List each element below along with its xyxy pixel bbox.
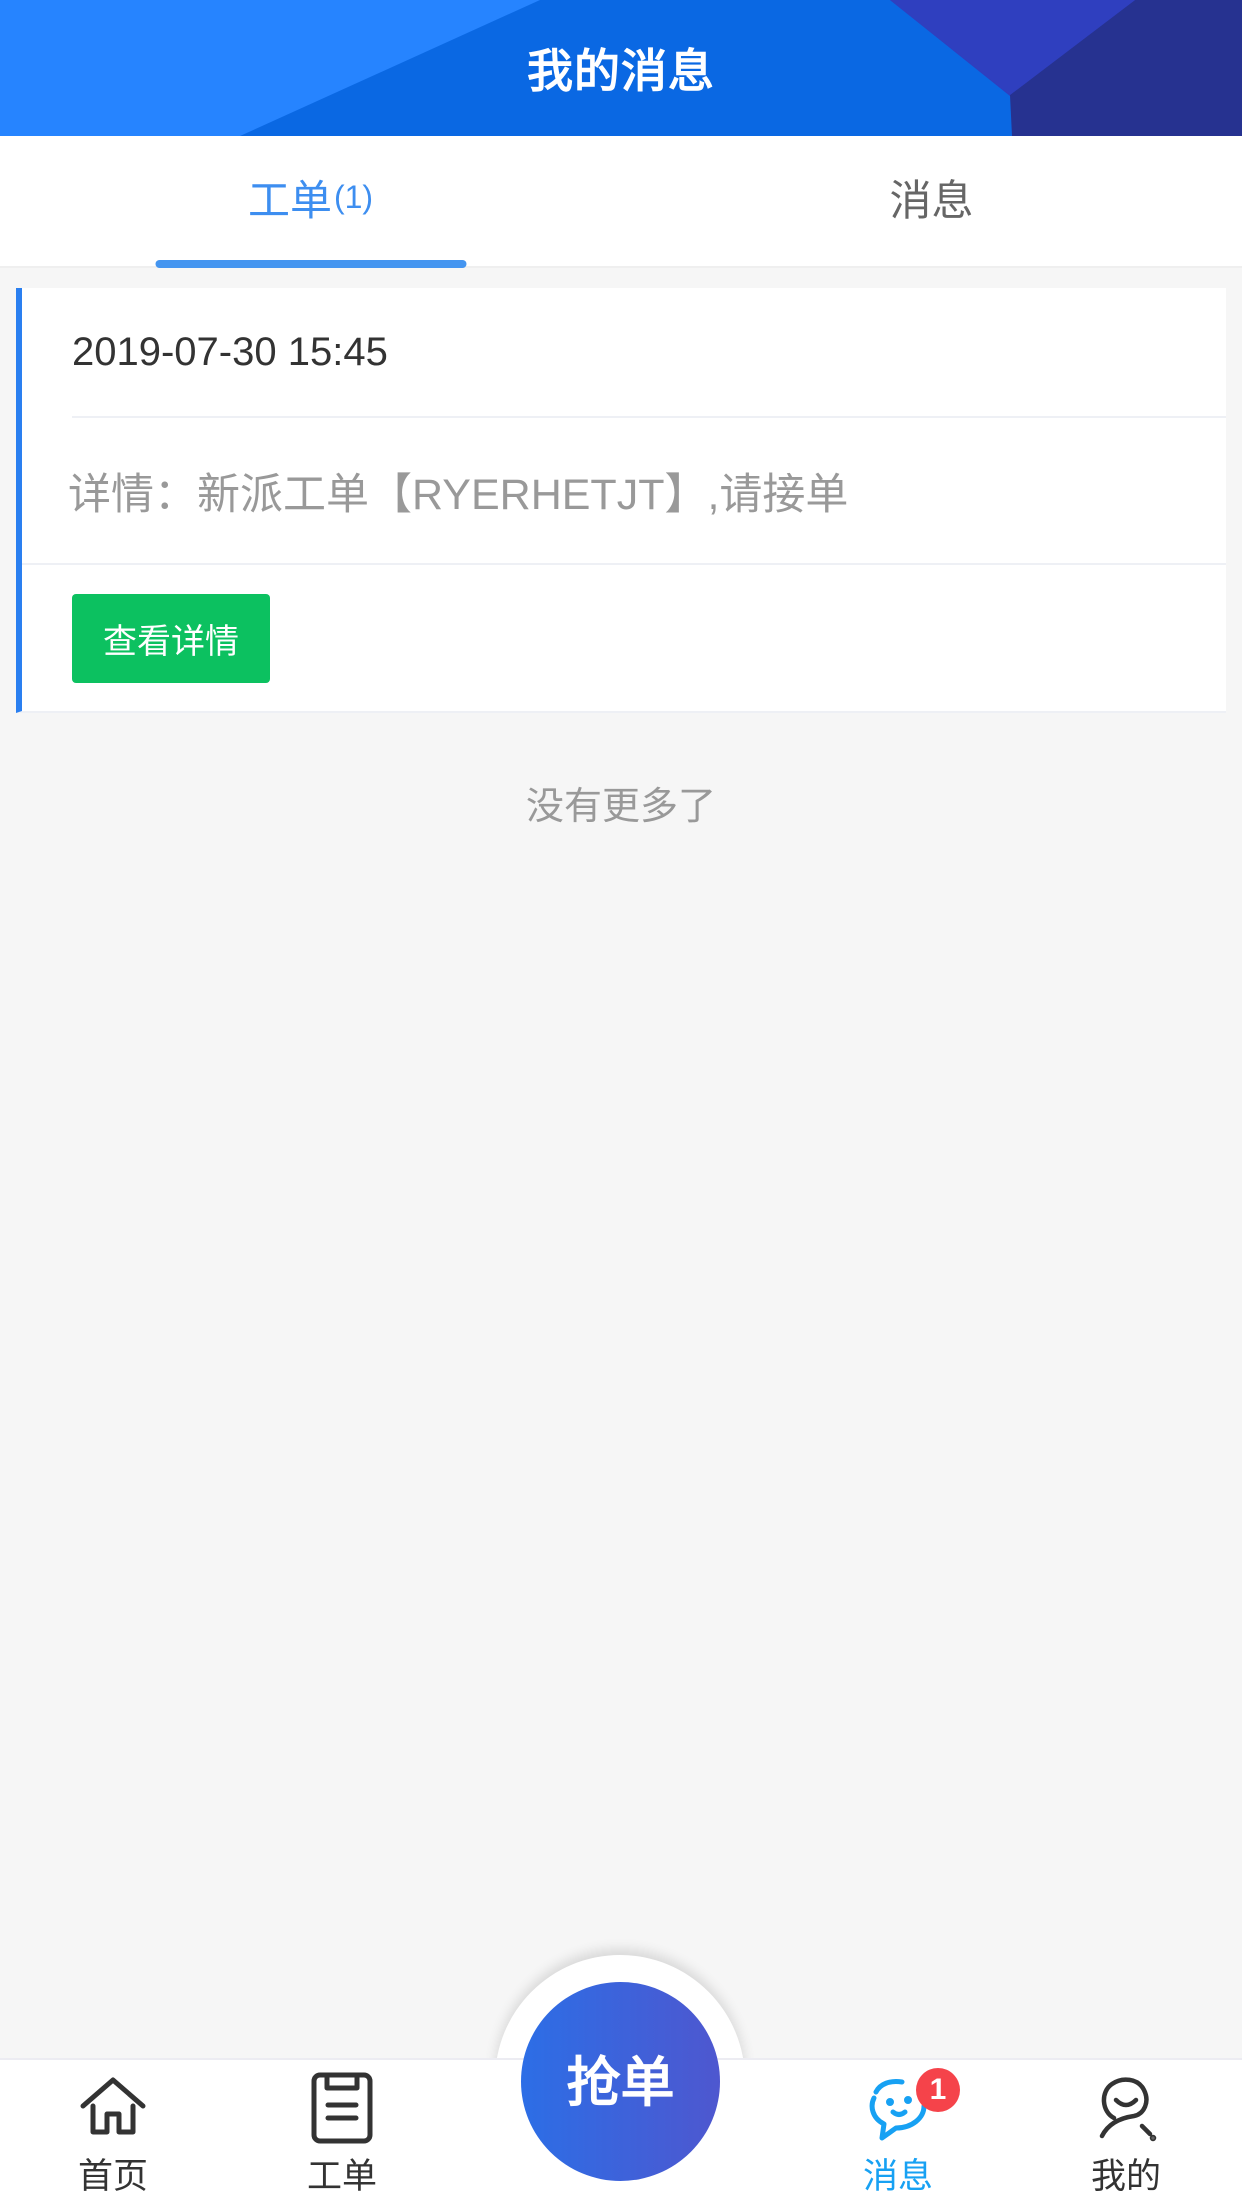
tab-label: 消息 <box>889 176 974 224</box>
nav-label: 消息 <box>862 2157 933 2196</box>
nav-label: 工单 <box>306 2157 377 2196</box>
page-title: 我的消息 <box>527 45 715 97</box>
message-time: 2019-07-30 15:45 <box>72 329 388 374</box>
tab-work-orders[interactable]: 工单 (1) <box>0 136 621 268</box>
grab-order-button[interactable]: 抢单 <box>521 1982 720 2181</box>
nav-item-profile[interactable]: 我的 <box>1046 2060 1206 2208</box>
tab-count: (1) <box>333 178 374 215</box>
nav-item-home[interactable]: 首页 <box>33 2060 193 2208</box>
nav-item-work-orders[interactable]: 工单 <box>262 2060 422 2208</box>
user-icon <box>1090 2072 1162 2144</box>
nav-label: 首页 <box>77 2157 148 2196</box>
divider <box>22 563 1226 565</box>
tab-label: 工单 <box>247 176 332 224</box>
nav-label: 我的 <box>1090 2157 1161 2196</box>
message-detail: 详情：新派工单【RYERHETJT】,请接单 <box>68 470 849 519</box>
chat-bubble-icon: 1 <box>862 2068 960 2144</box>
tab-bar: 工单 (1) 消息 <box>0 136 1242 268</box>
message-card: 2019-07-30 15:45 详情：新派工单【RYERHETJT】,请接单 … <box>16 288 1226 713</box>
nav-item-messages[interactable]: 1 消息 <box>818 2060 978 2208</box>
list-end-text: 没有更多了 <box>525 786 716 828</box>
header-bar: 我的消息 <box>0 0 1242 136</box>
active-tab-indicator <box>155 260 466 268</box>
clipboard-icon <box>306 2072 378 2144</box>
tab-messages[interactable]: 消息 <box>621 136 1242 266</box>
notification-badge: 1 <box>916 2068 960 2112</box>
home-icon <box>77 2072 149 2144</box>
view-details-button[interactable]: 查看详情 <box>72 594 270 683</box>
